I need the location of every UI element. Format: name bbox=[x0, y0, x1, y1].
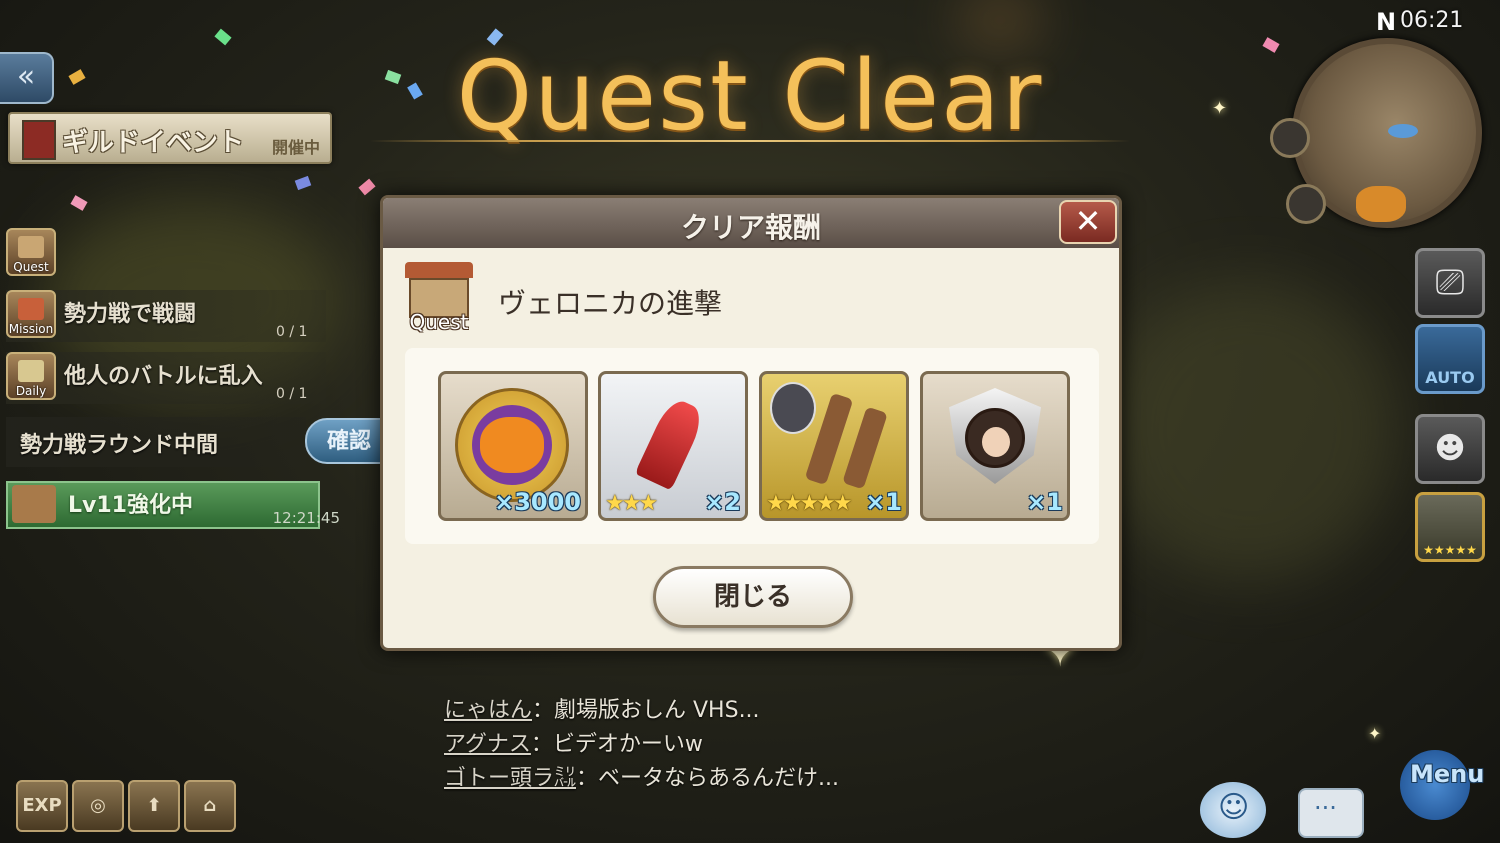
medal-inner bbox=[472, 405, 552, 485]
background-glow bbox=[1100, 280, 1400, 580]
dialog-close-button[interactable]: ✕ bbox=[1059, 200, 1117, 244]
sword-icon bbox=[18, 298, 44, 320]
guild-event-banner[interactable]: ギルドイベント 開催中 bbox=[8, 112, 332, 164]
mission-row[interactable]: Mission 勢力戦で戦闘 0 / 1 bbox=[6, 290, 326, 342]
auto-button[interactable]: AUTO bbox=[1415, 324, 1485, 394]
character-stars: ★★★★★ bbox=[1423, 543, 1477, 557]
quest-shortcut-button[interactable]: Quest bbox=[6, 228, 56, 276]
daily-icon-label: Daily bbox=[15, 384, 47, 398]
close-icon: ✕ bbox=[1074, 202, 1102, 240]
exp-button[interactable]: EXP bbox=[16, 780, 68, 832]
clock: 06:21 bbox=[1400, 8, 1464, 33]
reward-count: ×1 bbox=[1026, 488, 1063, 516]
upgrade-text: Lv11強化中 bbox=[68, 493, 193, 518]
speech-bubble-icon: ··· bbox=[1314, 794, 1337, 822]
dialog-title: クリア報酬 bbox=[680, 211, 821, 244]
daily-row[interactable]: Daily 他人のバトルに乱入 0 / 1 bbox=[6, 352, 326, 404]
mission-icon-label: Mission bbox=[8, 322, 54, 336]
quest-icon: Quest bbox=[403, 260, 475, 334]
upgrade-timer: 12:21:45 bbox=[272, 509, 340, 527]
reward-item-red-crystal[interactable]: ★★★ ×2 bbox=[598, 371, 748, 521]
reward-count: ×1 bbox=[865, 488, 902, 516]
compass-icon: ◎ bbox=[90, 795, 106, 816]
chat-line: アグナス：ビデオかーいw bbox=[444, 726, 703, 758]
chat-line: にゃはん：劇場版おしん VHS... bbox=[444, 692, 760, 724]
daily-text: 他人のバトルに乱入 bbox=[64, 364, 263, 389]
compass-north: N bbox=[1376, 8, 1397, 36]
boots-button[interactable]: ⬆ bbox=[128, 780, 180, 832]
pumpkin-face-icon bbox=[480, 417, 544, 473]
avatar-face bbox=[982, 427, 1010, 457]
reward-count: ×2 bbox=[704, 488, 741, 516]
video-camera-icon: ⎚ bbox=[1435, 262, 1465, 303]
character-button[interactable]: ★★★★★ bbox=[1415, 492, 1485, 562]
house-icon bbox=[12, 485, 56, 523]
confetti bbox=[294, 175, 312, 191]
player-marker-icon bbox=[1388, 124, 1418, 138]
quest-shortcut-label: Quest bbox=[13, 260, 49, 274]
quest-icon-label: Quest bbox=[409, 310, 469, 334]
cage-button[interactable]: ⌂ bbox=[184, 780, 236, 832]
mission-text: 勢力戦で戦闘 bbox=[64, 302, 197, 327]
reward-item-boots[interactable]: ★★★★★ ×1 bbox=[759, 371, 909, 521]
mission-progress: 0 / 1 bbox=[276, 324, 308, 340]
character-portrait-icon bbox=[770, 382, 816, 434]
camera-button[interactable]: ⎚ bbox=[1415, 248, 1485, 318]
auto-label: AUTO bbox=[1425, 368, 1475, 387]
confirm-button[interactable]: 確認 bbox=[305, 418, 385, 464]
clear-reward-dialog: クリア報酬 ✕ Quest ヴェロニカの進撃 ×3000 ★★★ ×2 ★★★★… bbox=[380, 195, 1122, 651]
guild-door-icon bbox=[22, 120, 56, 160]
faction-round-text: 勢力戦ラウンド中間 bbox=[20, 433, 219, 458]
quest-name: ヴェロニカの進撃 bbox=[498, 287, 723, 320]
chat-button[interactable]: ··· bbox=[1298, 788, 1364, 838]
medal-icon bbox=[455, 388, 569, 502]
smile-icon: ☺ bbox=[1218, 790, 1250, 825]
double-chevron-left-icon: « bbox=[16, 59, 36, 94]
reward-stars: ★★★ bbox=[605, 491, 658, 516]
cage-icon: ⌂ bbox=[203, 795, 217, 816]
quest-roof bbox=[405, 262, 473, 278]
chat-line: ゴトー頭ラ㍊：ベータならあるんだけ... bbox=[444, 760, 839, 792]
chat-message: ：劇場版おしん VHS... bbox=[532, 698, 760, 723]
back-button[interactable]: « bbox=[0, 52, 54, 104]
crystal-icon bbox=[634, 395, 708, 491]
close-button[interactable]: 閉じる bbox=[653, 566, 853, 628]
background-lamp bbox=[960, 0, 1040, 40]
boots-icon: ⬆ bbox=[146, 795, 162, 816]
reward-stars: ★★★★★ bbox=[766, 491, 853, 516]
quest-house-icon bbox=[18, 236, 44, 258]
camera-rotate-button[interactable] bbox=[1270, 118, 1310, 158]
chat-message: ：ベータならあるんだけ... bbox=[576, 766, 839, 791]
confetti bbox=[358, 178, 376, 196]
party-button[interactable]: ☻ bbox=[1415, 414, 1485, 484]
group-icon: ☻ bbox=[1434, 431, 1466, 466]
map-face-button[interactable] bbox=[1286, 184, 1326, 224]
menu-button[interactable] bbox=[1380, 740, 1490, 840]
guild-event-label: ギルドイベント bbox=[62, 128, 245, 158]
menu-label: Menu bbox=[1410, 760, 1485, 788]
daily-icon: Daily bbox=[6, 352, 56, 400]
mission-icon: Mission bbox=[6, 290, 56, 338]
reward-item-pumpkin-medal[interactable]: ×3000 bbox=[438, 371, 588, 521]
avatar-icon bbox=[965, 408, 1025, 468]
reward-item-emblem[interactable]: ×1 bbox=[920, 371, 1070, 521]
guild-event-status: 開催中 bbox=[271, 138, 320, 157]
chat-message: ：ビデオかーいw bbox=[530, 732, 703, 757]
chat-user[interactable]: ゴトー頭ラ㍊ bbox=[444, 766, 576, 791]
chat-user[interactable]: アグナス bbox=[444, 732, 531, 757]
reward-count: ×3000 bbox=[494, 488, 581, 516]
chat-user[interactable]: にゃはん bbox=[444, 698, 532, 723]
boot-icon bbox=[842, 406, 888, 490]
emote-button[interactable]: ☺ bbox=[1200, 782, 1266, 838]
title-underline bbox=[370, 140, 1130, 142]
scroll-icon bbox=[18, 360, 44, 382]
faction-round-row: 勢力戦ラウンド中間 bbox=[6, 417, 306, 467]
daily-progress: 0 / 1 bbox=[276, 386, 308, 402]
compass-button[interactable]: ◎ bbox=[72, 780, 124, 832]
upgrade-progress[interactable]: Lv11強化中 12:21:45 bbox=[6, 481, 340, 529]
confetti bbox=[70, 195, 88, 211]
pumpkin-icon bbox=[1356, 186, 1406, 222]
